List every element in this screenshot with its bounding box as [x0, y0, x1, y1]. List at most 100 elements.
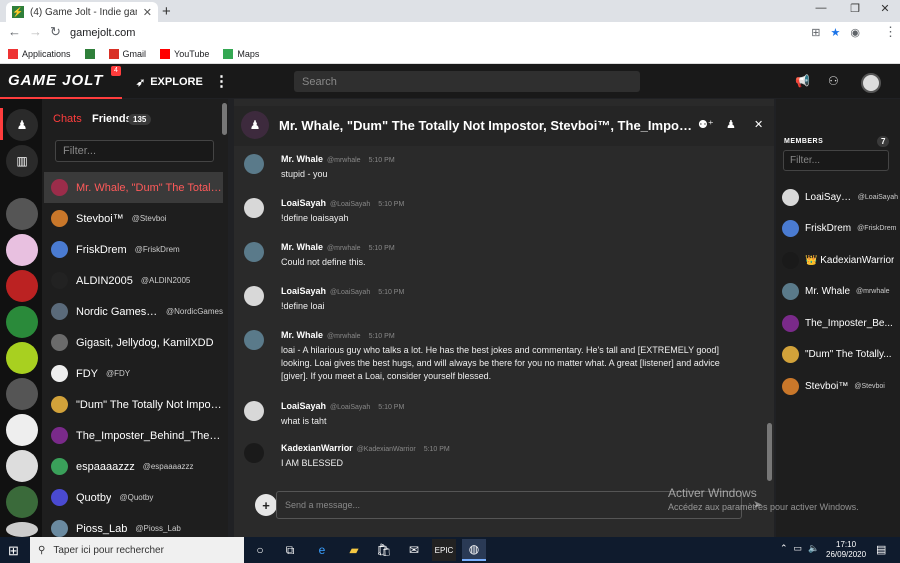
rail-community-9[interactable]	[6, 486, 38, 518]
rail-library-icon[interactable]: ▥	[6, 145, 38, 177]
translate-icon[interactable]: ⊞	[811, 26, 820, 39]
avatar[interactable]	[244, 242, 264, 262]
friends-icon[interactable]: ⚇	[828, 74, 839, 88]
avatar[interactable]	[244, 443, 264, 463]
chrome-menu-icon[interactable]: ⋮	[884, 24, 897, 40]
reload-icon[interactable]: ↻	[50, 24, 61, 40]
message-author[interactable]: LoaiSayah	[281, 401, 326, 411]
rail-community-3[interactable]	[6, 270, 38, 302]
address-bar[interactable]: gamejolt.com ⊞ ★ ◉	[70, 24, 860, 42]
avatar[interactable]	[244, 330, 264, 350]
store-icon[interactable]: 🛍	[372, 539, 396, 561]
minimize-icon[interactable]: —	[806, 2, 836, 14]
extension-icon[interactable]: ◉	[850, 26, 860, 39]
avatar[interactable]	[244, 154, 264, 174]
add-member-icon[interactable]: ⚉⁺	[698, 118, 714, 131]
compass-icon: ➶	[136, 77, 146, 89]
member-item[interactable]: FriskDrem @FriskDrem	[782, 218, 898, 240]
chat-scrollbar[interactable]	[767, 423, 772, 481]
chat-list-scrollbar[interactable]	[222, 103, 227, 135]
maximize-icon[interactable]: ❐	[840, 2, 870, 15]
rail-community-6[interactable]	[6, 378, 38, 410]
bookmark-item[interactable]	[84, 48, 95, 59]
chat-list-item[interactable]: "Dum" The Totally Not Imposto...	[44, 389, 223, 420]
rail-community-7[interactable]	[6, 414, 38, 446]
gamejolt-logo[interactable]: GAME JOLT	[8, 72, 103, 89]
message-author[interactable]: LoaiSayah	[281, 286, 326, 296]
close-window-icon[interactable]: ✕	[870, 2, 900, 15]
message-author[interactable]: Mr. Whale	[281, 154, 323, 164]
browser-tab[interactable]: ⚡ (4) Game Jolt - Indie games for t ✕	[6, 2, 158, 22]
close-chat-icon[interactable]: ✕	[754, 118, 763, 131]
epic-games-icon[interactable]: EPIC	[432, 539, 456, 561]
task-view-icon[interactable]: ⧉	[278, 539, 302, 561]
chrome-taskbar-icon[interactable]: ◍	[462, 539, 486, 561]
volume-icon[interactable]: 🔈	[808, 543, 819, 554]
taskbar-search[interactable]: ⚲ Taper ici pour rechercher	[30, 537, 244, 563]
avatar[interactable]	[244, 198, 264, 218]
chat-list-item[interactable]: Stevboi™ @Stevboi	[44, 203, 223, 234]
message-author[interactable]: Mr. Whale	[281, 242, 323, 252]
avatar	[51, 210, 68, 227]
back-icon[interactable]: ←	[8, 24, 21, 39]
apps-icon	[8, 48, 18, 59]
rail-community-8[interactable]	[6, 450, 38, 482]
search-input[interactable]: Search	[294, 71, 640, 92]
bookmark-item[interactable]: Maps	[223, 48, 259, 59]
chat-list-item[interactable]: Nordic Games inc. @NordicGames	[44, 296, 223, 327]
rail-community-2[interactable]	[6, 234, 38, 266]
bookmark-item[interactable]: Gmail	[108, 48, 146, 59]
network-icon[interactable]: ▭	[794, 543, 803, 554]
avatar[interactable]	[244, 401, 264, 421]
megaphone-icon[interactable]: 📢	[795, 74, 810, 88]
message-author[interactable]: LoaiSayah	[281, 198, 326, 208]
chevron-up-icon[interactable]: ⌃	[780, 543, 788, 554]
file-explorer-icon[interactable]: ▰	[342, 539, 366, 561]
member-item[interactable]: "Dum" The Totally...	[782, 344, 898, 366]
bookmark-item[interactable]: Applications	[8, 48, 71, 59]
more-menu-icon[interactable]: ⋮	[214, 72, 229, 90]
members-filter-input[interactable]: Filter...	[783, 150, 889, 171]
member-item[interactable]: Stevboi™ @Stevboi	[782, 375, 898, 397]
chat-list-item[interactable]: FriskDrem @FriskDrem	[44, 234, 223, 265]
forward-icon[interactable]: →	[29, 24, 42, 39]
chat-filter-input[interactable]: Filter...	[55, 140, 214, 162]
message-text: stupid - you	[281, 169, 328, 179]
add-attachment-button[interactable]: +	[255, 494, 277, 516]
user-avatar[interactable]	[861, 73, 881, 93]
chat-list-item[interactable]: The_Imposter_Behind_The_Sla...	[44, 420, 223, 451]
avatar[interactable]	[244, 286, 264, 306]
tab-friends[interactable]: Friends	[92, 113, 132, 125]
close-tab-icon[interactable]: ✕	[143, 6, 152, 19]
taskbar-search-text: Taper ici pour rechercher	[53, 544, 164, 556]
chat-list-item[interactable]: Gigasit, Jellydog, KamilXDD	[44, 327, 223, 358]
rail-community-4[interactable]	[6, 306, 38, 338]
new-tab-button[interactable]: +	[162, 3, 171, 20]
notification-center-icon[interactable]: ▤	[876, 543, 886, 556]
chat-list-item[interactable]: Mr. Whale, "Dum" The Totally ...	[44, 172, 223, 203]
tab-chats[interactable]: Chats	[53, 113, 82, 125]
member-item[interactable]: 👑 KadexianWarrior	[782, 249, 898, 271]
chat-list-item[interactable]: FDY @FDY	[44, 358, 223, 389]
rail-chat-icon[interactable]: ♟	[6, 109, 38, 141]
edge-icon[interactable]: e	[310, 539, 334, 561]
rail-community-1[interactable]	[6, 198, 38, 230]
chat-list-item[interactable]: ALDIN2005 @ALDIN2005	[44, 265, 223, 296]
chat-list-item[interactable]: Quotby @Quotby	[44, 482, 223, 513]
bookmark-star-icon[interactable]: ★	[831, 26, 841, 39]
bookmark-item[interactable]: YouTube	[160, 48, 209, 59]
message-author[interactable]: Mr. Whale	[281, 330, 323, 340]
member-item[interactable]: The_Imposter_Be...	[782, 312, 898, 334]
cortana-icon[interactable]: ○	[248, 539, 272, 561]
windows-start-icon[interactable]: ⊞	[8, 543, 19, 559]
members-icon[interactable]: ♟	[726, 118, 736, 131]
taskbar-clock[interactable]: 17:10 26/09/2020	[826, 540, 866, 560]
chat-list-item[interactable]: espaaaazzz @espaaaazzz	[44, 451, 223, 482]
explore-link[interactable]: ➶ EXPLORE	[136, 76, 203, 89]
rail-community-10[interactable]	[6, 522, 38, 537]
member-item[interactable]: LoaiSayah @LoaiSayah	[782, 186, 898, 208]
mail-icon[interactable]: ✉	[402, 539, 426, 561]
rail-community-5[interactable]	[6, 342, 38, 374]
message-author[interactable]: KadexianWarrior	[281, 443, 353, 453]
member-item[interactable]: Mr. Whale @mrwhale	[782, 281, 898, 303]
